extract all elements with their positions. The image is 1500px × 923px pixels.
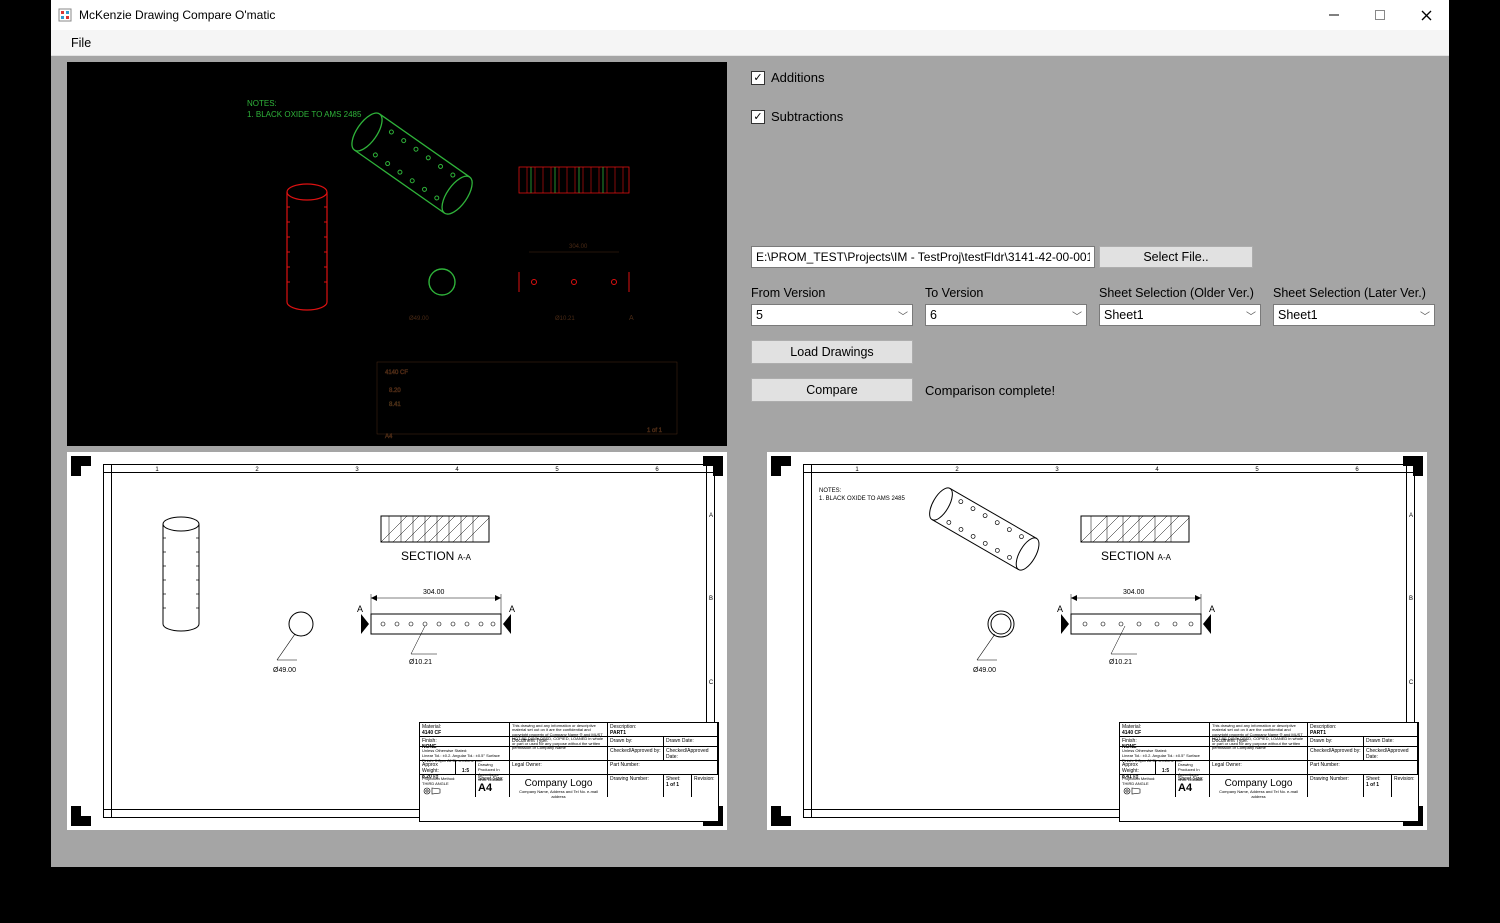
menu-file[interactable]: File — [63, 32, 99, 54]
additions-checkbox[interactable]: ✓ — [751, 71, 765, 85]
chevron-down-icon: ﹀ — [898, 308, 908, 323]
svg-text:Ø10.21: Ø10.21 — [1109, 659, 1132, 666]
controls-panel: ✓ Additions ✓ Subtractions Select File..… — [751, 70, 1435, 402]
title-bar: McKenzie Drawing Compare O'matic — [51, 0, 1449, 30]
app-icon — [57, 7, 73, 23]
to-version-combo[interactable]: 6﹀ — [925, 304, 1087, 326]
sheet-later-label: Sheet Selection (Later Ver.) — [1273, 286, 1435, 300]
compare-button[interactable]: Compare — [751, 378, 913, 402]
notes-heading: NOTES: — [819, 488, 842, 494]
window-controls — [1311, 0, 1449, 30]
svg-text:Ø10.21: Ø10.21 — [555, 316, 575, 322]
maximize-button[interactable] — [1357, 0, 1403, 30]
file-row: Select File.. — [751, 246, 1435, 268]
svg-text:8.41: 8.41 — [389, 402, 401, 408]
svg-text:1. BLACK OXIDE TO AMS 2485: 1. BLACK OXIDE TO AMS 2485 — [247, 110, 362, 119]
crop-mark-icon — [771, 456, 791, 476]
svg-text:A: A — [1057, 604, 1063, 614]
svg-text:SECTION A-A: SECTION A-A — [1101, 549, 1172, 563]
svg-text:A: A — [1209, 604, 1215, 614]
chevron-down-icon: ﹀ — [1420, 308, 1430, 323]
load-drawings-button[interactable]: Load Drawings — [751, 340, 913, 364]
ruler-top: 123456 — [807, 466, 1407, 474]
subtractions-checkbox[interactable]: ✓ — [751, 110, 765, 124]
menu-bar: File — [51, 30, 1449, 56]
svg-text:NOTES:: NOTES: — [247, 99, 277, 108]
svg-text:Ø49.00: Ø49.00 — [973, 667, 996, 674]
dim-value: 304.00 — [423, 589, 445, 596]
svg-text:1 of 1: 1 of 1 — [647, 428, 663, 434]
minimize-button[interactable] — [1311, 0, 1357, 30]
button-row: Load Drawings Compare Comparison complet… — [751, 340, 1435, 402]
svg-text:A: A — [509, 604, 515, 614]
crop-mark-icon — [71, 806, 91, 826]
section-label: SECTION A-A — [401, 549, 472, 563]
notes-line: 1. BLACK OXIDE TO AMS 2485 — [819, 496, 905, 502]
diff-panel: NOTES: 1. BLACK OXIDE TO AMS 2485 — [67, 62, 727, 446]
svg-text:4140 CF: 4140 CF — [385, 370, 408, 376]
additions-row: ✓ Additions — [751, 70, 1435, 85]
svg-text:8.20: 8.20 — [389, 388, 401, 394]
subtractions-row: ✓ Subtractions — [751, 109, 1435, 124]
chevron-down-icon: ﹀ — [1246, 308, 1256, 323]
svg-text:A: A — [629, 315, 634, 322]
sheet-older-combo[interactable]: Sheet1﹀ — [1099, 304, 1261, 326]
title-block: Material:4140 CF This drawing and any in… — [419, 722, 719, 822]
sheet-older-label: Sheet Selection (Older Ver.) — [1099, 286, 1261, 300]
file-path-input[interactable] — [751, 246, 1095, 268]
svg-text:A: A — [357, 604, 363, 614]
select-file-button[interactable]: Select File.. — [1099, 246, 1253, 268]
subtractions-label: Subtractions — [771, 109, 843, 124]
sheet-later-combo[interactable]: Sheet1﹀ — [1273, 304, 1435, 326]
diff-drawing: NOTES: 1. BLACK OXIDE TO AMS 2485 — [67, 62, 727, 446]
from-version-label: From Version — [751, 286, 913, 300]
title-block: Material:4140 CF This drawing and any in… — [1119, 722, 1419, 822]
older-drawing-sheet: 123456 ABCD — [67, 452, 727, 830]
chevron-down-icon: ﹀ — [1072, 308, 1082, 323]
close-button[interactable] — [1403, 0, 1449, 30]
svg-text:304.00: 304.00 — [1123, 589, 1145, 596]
crop-mark-icon — [771, 806, 791, 826]
app-window: McKenzie Drawing Compare O'matic File NO… — [51, 0, 1449, 867]
svg-text:Ø49.00: Ø49.00 — [409, 316, 429, 322]
status-text: Comparison complete! — [925, 383, 1055, 398]
main-area: NOTES: 1. BLACK OXIDE TO AMS 2485 — [51, 56, 1449, 867]
window-title: McKenzie Drawing Compare O'matic — [79, 8, 1311, 22]
additions-label: Additions — [771, 70, 824, 85]
newer-drawing-sheet: 123456 ABCD NOTES: 1. BLACK OXIDE TO AMS… — [767, 452, 1427, 830]
svg-text:304.00: 304.00 — [569, 244, 588, 250]
version-row: From Version 5﹀ To Version 6﹀ Sheet Sele… — [751, 286, 1435, 326]
diameter-value: Ø49.00 — [273, 667, 296, 674]
crop-mark-icon — [71, 456, 91, 476]
ruler-top: 123456 — [107, 466, 707, 474]
svg-text:A4: A4 — [385, 434, 393, 440]
to-version-label: To Version — [925, 286, 1087, 300]
from-version-combo[interactable]: 5﹀ — [751, 304, 913, 326]
bore-value: Ø10.21 — [409, 659, 432, 666]
